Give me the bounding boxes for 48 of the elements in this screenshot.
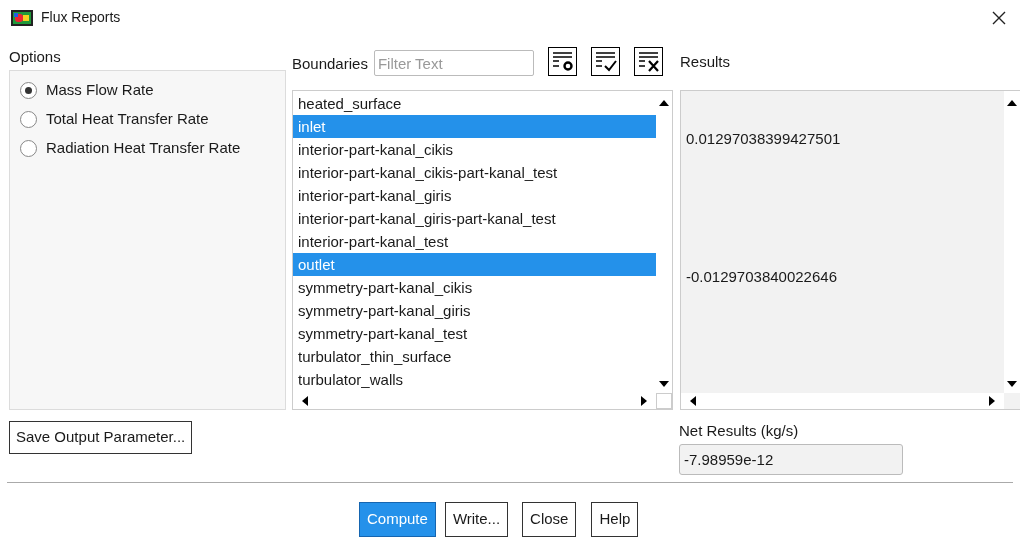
list-item[interactable]: interior-part-kanal_cikis-part-kanal_test <box>293 161 656 184</box>
list-item[interactable]: interior-part-kanal_giris-part-kanal_test <box>293 207 656 230</box>
close-icon <box>992 10 1006 25</box>
radio-option[interactable]: Radiation Heat Transfer Rate <box>20 137 285 159</box>
list-item[interactable]: heated_surface <box>293 92 656 115</box>
radio-button[interactable] <box>20 110 37 128</box>
save-output-button[interactable]: Save Output Parameter... <box>9 421 193 454</box>
result-value: 0.01297038399427501 <box>686 130 841 147</box>
scroll-up-icon <box>1007 100 1017 106</box>
net-results-label: Net Results (kg/s) <box>679 421 800 441</box>
check-filter-button[interactable] <box>590 47 620 76</box>
horizontal-scrollbar[interactable] <box>681 393 1004 409</box>
check-filter-icon <box>590 47 620 76</box>
scroll-down-icon <box>659 381 669 387</box>
net-results-field: -7.98959e-12 <box>679 444 903 475</box>
scroll-right-icon <box>989 396 995 406</box>
scroll-left-icon <box>690 396 696 406</box>
scroll-right-icon <box>641 396 647 406</box>
list-item[interactable]: symmetry-part-kanal_test <box>293 322 656 345</box>
scroll-down-icon <box>1007 381 1017 387</box>
list-item[interactable]: turbulator_walls <box>293 368 656 391</box>
radio-button[interactable] <box>20 81 37 99</box>
dialog-button[interactable]: Close <box>522 502 577 537</box>
scroll-left-icon <box>302 396 308 406</box>
options-label: Options <box>9 47 62 67</box>
select-all-button[interactable] <box>547 47 577 76</box>
boundaries-label: Boundaries <box>292 54 368 74</box>
result-value: -0.0129703840022646 <box>686 268 837 285</box>
radio-option[interactable]: Total Heat Transfer Rate <box>20 108 285 130</box>
vertical-scrollbar[interactable] <box>1004 91 1020 393</box>
list-item[interactable]: symmetry-part-kanal_cikis <box>293 276 656 299</box>
window-title: Flux Reports <box>41 8 121 27</box>
select-all-icon <box>547 47 577 76</box>
clear-filter-icon <box>633 47 663 76</box>
list-item[interactable]: interior-part-kanal_test <box>293 230 656 253</box>
results-label: Results <box>680 52 732 72</box>
list-item[interactable]: interior-part-kanal_giris <box>293 184 656 207</box>
radio-option[interactable]: Mass Flow Rate <box>20 79 285 101</box>
list-item[interactable]: interior-part-kanal_cikis <box>293 138 656 161</box>
filter-field[interactable]: Filter Text <box>373 50 534 76</box>
dialog-button[interactable]: Help <box>591 502 639 537</box>
dialog-button[interactable]: Write... <box>444 502 509 537</box>
list-item[interactable]: turbulator_thin_surface <box>293 345 656 368</box>
scroll-up-icon <box>659 100 669 106</box>
clear-filter-button[interactable] <box>633 47 663 76</box>
radio-button[interactable] <box>20 139 37 157</box>
app-icon <box>11 9 33 26</box>
list-item[interactable]: symmetry-part-kanal_giris <box>293 299 656 322</box>
